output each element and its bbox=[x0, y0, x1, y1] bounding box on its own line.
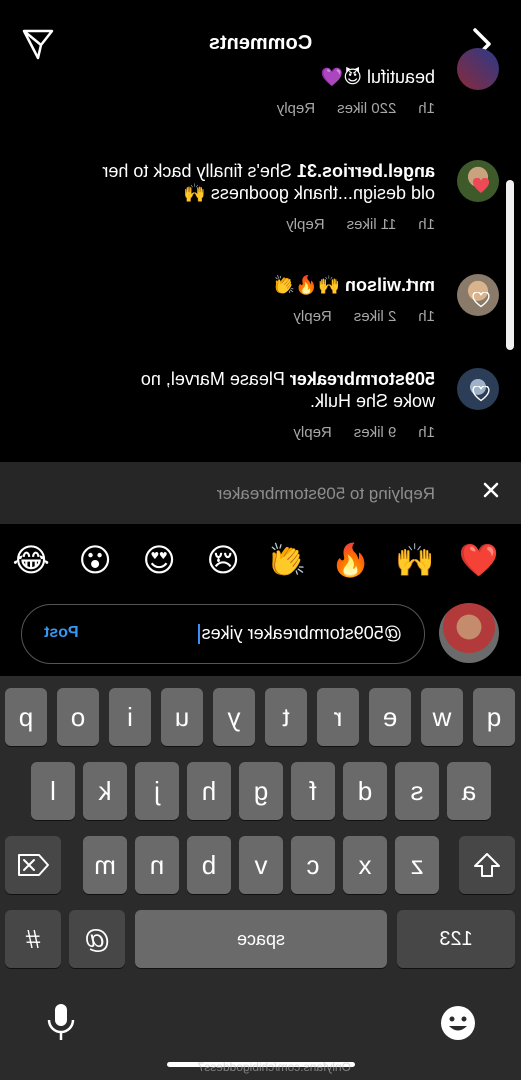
key-n[interactable]: n bbox=[135, 836, 179, 894]
reply-button[interactable]: Reply bbox=[277, 100, 315, 117]
key-x[interactable]: x bbox=[343, 836, 387, 894]
key-u[interactable]: u bbox=[161, 688, 203, 746]
user-avatar bbox=[439, 603, 499, 663]
key-d[interactable]: d bbox=[343, 762, 387, 820]
emoji-fire[interactable]: 🔥 bbox=[331, 540, 371, 580]
share-icon[interactable] bbox=[20, 26, 56, 62]
comment-likes[interactable]: 220 likes bbox=[337, 100, 396, 117]
key-i[interactable]: i bbox=[109, 688, 151, 746]
comment-text: beautiful 😈💜 bbox=[320, 67, 435, 87]
delete-key[interactable] bbox=[5, 836, 61, 894]
emoji-heart[interactable]: ❤️ bbox=[459, 540, 499, 580]
reply-button[interactable]: Reply bbox=[293, 424, 331, 441]
page-title: Comments bbox=[208, 32, 313, 54]
comment-item: mrt.wilson 🙌🔥👏 1h 2 likes Reply bbox=[0, 272, 521, 332]
comment-meta: 1h 9 likes Reply bbox=[271, 424, 435, 441]
avatar[interactable] bbox=[457, 48, 499, 90]
heart-outline-icon[interactable] bbox=[472, 385, 490, 402]
comment-likes[interactable]: 9 likes bbox=[354, 424, 397, 441]
shift-arrow-icon bbox=[474, 853, 500, 877]
emoji-crying[interactable]: 😢 bbox=[203, 540, 243, 580]
key-a[interactable]: a bbox=[447, 762, 491, 820]
mirrored-screen: Comments beautiful 😈💜 1h 220 likes Reply a… bbox=[0, 0, 521, 1080]
key-f[interactable]: f bbox=[291, 762, 335, 820]
comment-likes[interactable]: 11 likes bbox=[347, 216, 397, 233]
reply-button[interactable]: Reply bbox=[286, 216, 324, 233]
at-key[interactable]: @ bbox=[69, 910, 125, 968]
comment-text: 509stormbreaker Please Marvel, no woke S… bbox=[140, 369, 435, 411]
comment-time: 1h bbox=[418, 424, 435, 441]
backspace-icon bbox=[18, 854, 49, 876]
comment-item: beautiful 😈💜 1h 220 likes Reply bbox=[0, 48, 521, 120]
key-h[interactable]: h bbox=[187, 762, 231, 820]
comment-input-text[interactable]: @509stormbreaker yikes bbox=[197, 623, 402, 645]
key-b[interactable]: b bbox=[187, 836, 231, 894]
key-z[interactable]: z bbox=[395, 836, 439, 894]
key-p[interactable]: p bbox=[5, 688, 47, 746]
comment-text: mrt.wilson 🙌🔥👏 bbox=[272, 275, 435, 295]
heart-filled-icon[interactable] bbox=[472, 177, 490, 194]
emoji-laughing[interactable]: 😂 bbox=[11, 540, 51, 580]
key-k[interactable]: k bbox=[83, 762, 127, 820]
comment-time: 1h bbox=[418, 216, 435, 233]
key-q[interactable]: q bbox=[473, 688, 515, 746]
replying-bar: Replying to 509stormbreaker bbox=[0, 462, 521, 524]
numbers-key[interactable]: 123 bbox=[397, 910, 515, 968]
key-m[interactable]: m bbox=[83, 836, 127, 894]
emoji-keyboard-icon[interactable] bbox=[439, 1004, 477, 1042]
key-w[interactable]: w bbox=[421, 688, 463, 746]
close-icon[interactable] bbox=[481, 480, 501, 500]
replying-to-text: Replying to 509stormbreaker bbox=[216, 484, 435, 503]
scrollbar[interactable] bbox=[506, 180, 514, 350]
comment-meta: 1h 11 likes Reply bbox=[264, 216, 435, 233]
key-l[interactable]: l bbox=[31, 762, 75, 820]
key-e[interactable]: e bbox=[369, 688, 411, 746]
key-g[interactable]: g bbox=[239, 762, 283, 820]
comment-time: 1h bbox=[418, 308, 435, 325]
reply-button[interactable]: Reply bbox=[293, 308, 331, 325]
comment-item: 509stormbreaker Please Marvel, no woke S… bbox=[0, 366, 521, 446]
comment-meta: 1h 220 likes Reply bbox=[255, 100, 435, 117]
comment-item: angel.berrios.31 She's finally back to h… bbox=[0, 158, 521, 238]
shift-key[interactable] bbox=[459, 836, 515, 894]
heart-outline-icon[interactable] bbox=[472, 291, 490, 308]
key-j[interactable]: j bbox=[135, 762, 179, 820]
hash-key[interactable]: # bbox=[5, 910, 61, 968]
key-c[interactable]: c bbox=[291, 836, 335, 894]
emoji-heart-eyes[interactable]: 😍 bbox=[139, 540, 179, 580]
comment-text: angel.berrios.31 She's finally back to h… bbox=[102, 161, 435, 203]
comment-likes[interactable]: 2 likes bbox=[354, 308, 397, 325]
microphone-icon[interactable] bbox=[43, 1002, 79, 1042]
comment-meta: 1h 2 likes Reply bbox=[271, 308, 435, 325]
comment-input[interactable]: @509stormbreaker yikes Post bbox=[21, 604, 425, 664]
key-y[interactable]: y bbox=[213, 688, 255, 746]
key-t[interactable]: t bbox=[265, 688, 307, 746]
emoji-raising-hands[interactable]: 🙌 bbox=[395, 540, 435, 580]
key-s[interactable]: s bbox=[395, 762, 439, 820]
key-o[interactable]: o bbox=[57, 688, 99, 746]
space-key[interactable]: space bbox=[135, 910, 387, 968]
keyboard: q w e r t y u i o p a s d f g h j k l z … bbox=[0, 676, 521, 1080]
emoji-surprised[interactable]: 😮 bbox=[75, 540, 115, 580]
watermark-text: Onlyfans.com/chibigoddess7 bbox=[197, 1060, 351, 1074]
key-r[interactable]: r bbox=[317, 688, 359, 746]
comment-time: 1h bbox=[418, 100, 435, 117]
key-v[interactable]: v bbox=[239, 836, 283, 894]
quick-emoji-row: ❤️ 🙌 🔥 👏 😢 😍 😮 😂 bbox=[0, 540, 521, 586]
emoji-clapping[interactable]: 👏 bbox=[267, 540, 307, 580]
post-button[interactable]: Post bbox=[44, 624, 79, 642]
